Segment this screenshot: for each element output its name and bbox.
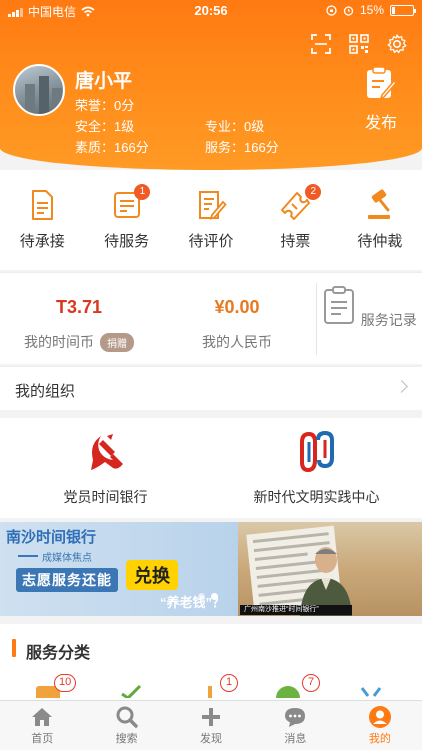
rmb-block[interactable]: ¥0.00 我的人民币 bbox=[158, 273, 316, 365]
scan-icon[interactable] bbox=[310, 33, 332, 55]
donate-button[interactable]: 捐赠 bbox=[100, 332, 134, 352]
user-name: 唐小平 bbox=[75, 71, 133, 92]
document-icon bbox=[32, 190, 54, 220]
time-coin-block[interactable]: T3.71 我的时间币 捐赠 bbox=[0, 273, 158, 365]
quality-score: 素质：166分 bbox=[75, 140, 149, 155]
order-pending-service[interactable]: 待服务 1 bbox=[84, 170, 168, 270]
order-pending-review[interactable]: 待评价 bbox=[169, 170, 253, 270]
tab-label: 我的 bbox=[368, 733, 391, 745]
category-icon[interactable] bbox=[276, 684, 302, 698]
gavel-icon bbox=[367, 189, 390, 219]
party-emblem-icon bbox=[90, 434, 123, 470]
time-coin-label: 我的时间币 bbox=[24, 334, 94, 350]
chevron-right-icon bbox=[395, 380, 408, 393]
edit-document-icon bbox=[199, 191, 227, 220]
alarm-icon bbox=[343, 5, 354, 16]
time-coin-value: T3.71 bbox=[55, 297, 103, 317]
search-icon bbox=[116, 706, 138, 728]
category-icon[interactable] bbox=[358, 684, 384, 698]
message-icon bbox=[285, 708, 306, 727]
category-badge: 10 bbox=[54, 674, 77, 692]
my-organization-row[interactable]: 我的组织 bbox=[0, 366, 422, 410]
bottom-tab-bar: 首页 搜索 发现 消息 我的 bbox=[0, 700, 422, 750]
orientation-lock-icon bbox=[326, 4, 337, 16]
pager-dot bbox=[211, 593, 218, 600]
battery-icon bbox=[390, 4, 416, 16]
qr-code-icon[interactable] bbox=[348, 33, 370, 55]
feature-row: 党员时间银行 新时代文明实践中心 bbox=[0, 418, 422, 518]
tab-home[interactable]: 首页 bbox=[0, 701, 84, 750]
tab-discover[interactable]: 发现 bbox=[169, 701, 253, 750]
order-label: 待承接 bbox=[19, 233, 65, 250]
rmb-value: ¥0.00 bbox=[214, 297, 260, 317]
party-time-bank-label: 党员时间银行 bbox=[63, 489, 148, 505]
profession-level: 专业：0级 bbox=[205, 119, 265, 134]
tab-messages[interactable]: 消息 bbox=[253, 701, 337, 750]
publish-button[interactable]: 发布 bbox=[360, 66, 402, 133]
order-label: 待服务 bbox=[104, 233, 150, 250]
category-badge: 7 bbox=[302, 674, 320, 692]
order-status-row: 待承接 待服务 1 待评价 持票 2 待仲裁 bbox=[0, 170, 422, 270]
my-profile-page: 中国电信 20:56 15% 唐小平 荣誉：0分 安全：1级 素质：166分 专 bbox=[0, 0, 422, 750]
banner-exchange: 兑换 bbox=[126, 560, 178, 590]
civilization-center-label: 新时代文明实践中心 bbox=[253, 489, 380, 505]
tab-search[interactable]: 搜索 bbox=[84, 701, 168, 750]
order-label: 待评价 bbox=[188, 233, 234, 250]
civilization-center-logo-icon bbox=[299, 430, 334, 473]
banner-subtitle: 成媒体焦点 bbox=[42, 553, 92, 564]
tab-label: 消息 bbox=[284, 733, 307, 745]
order-label: 持票 bbox=[280, 233, 311, 250]
status-bar: 中国电信 20:56 15% bbox=[0, 0, 422, 22]
avatar[interactable] bbox=[13, 64, 65, 116]
banner-title: 南沙时间银行 bbox=[6, 529, 97, 546]
tab-label: 搜索 bbox=[115, 733, 138, 745]
service-score: 服务：166分 bbox=[205, 140, 279, 155]
order-badge: 2 bbox=[305, 184, 322, 200]
party-time-bank-button[interactable]: 党员时间银行 bbox=[0, 418, 211, 518]
safety-level: 安全：1级 bbox=[75, 119, 135, 134]
civilization-center-button[interactable]: 新时代文明实践中心 bbox=[211, 418, 422, 518]
banner-pager[interactable] bbox=[198, 593, 218, 600]
publish-label: 发布 bbox=[364, 115, 397, 132]
profile-header: 中国电信 20:56 15% 唐小平 荣誉：0分 安全：1级 素质：166分 专 bbox=[0, 0, 422, 170]
banner-caption: 广州南沙推进“时间银行” bbox=[240, 605, 352, 615]
service-category-title: 服务分类 bbox=[26, 645, 91, 662]
battery-percent: 15% bbox=[359, 3, 384, 17]
promo-banner[interactable]: 南沙时间银行 成媒体焦点 志愿服务还能 兑换 “养老钱”？ 广州南沙推进“时间银… bbox=[0, 522, 422, 616]
rmb-label: 我的人民币 bbox=[202, 334, 272, 350]
profile-icon bbox=[368, 706, 391, 728]
tab-mine[interactable]: 我的 bbox=[338, 701, 422, 750]
tab-label: 发现 bbox=[200, 733, 223, 745]
service-category-section: 服务分类 10 1 7 bbox=[0, 624, 422, 704]
wallet-section: T3.71 我的时间币 捐赠 ¥0.00 我的人民币 服务记录 bbox=[0, 272, 422, 364]
honor-score: 荣誉：0分 bbox=[75, 98, 135, 113]
service-record-label: 服务记录 bbox=[360, 312, 417, 328]
pager-dot bbox=[198, 593, 205, 600]
banner-line bbox=[18, 555, 38, 557]
category-icon[interactable] bbox=[118, 684, 144, 698]
clipboard-record-icon bbox=[324, 286, 355, 324]
category-badge: 1 bbox=[220, 674, 238, 692]
banner-main-text: 志愿服务还能 bbox=[16, 568, 118, 592]
section-accent-bar bbox=[12, 639, 16, 657]
order-pending-accept[interactable]: 待承接 bbox=[0, 170, 84, 270]
my-organization-label: 我的组织 bbox=[15, 383, 76, 400]
home-icon bbox=[32, 708, 53, 726]
plus-icon bbox=[202, 708, 221, 726]
order-badge: 1 bbox=[134, 184, 151, 200]
order-label: 待仲裁 bbox=[357, 233, 403, 250]
tab-label: 首页 bbox=[31, 733, 54, 745]
publish-edit-icon bbox=[367, 66, 398, 100]
order-pending-arbitration[interactable]: 待仲裁 bbox=[338, 170, 422, 270]
order-holding-ticket[interactable]: 持票 2 bbox=[253, 170, 337, 270]
settings-gear-icon[interactable] bbox=[386, 33, 408, 55]
service-record-button[interactable]: 服务记录 bbox=[317, 273, 422, 365]
